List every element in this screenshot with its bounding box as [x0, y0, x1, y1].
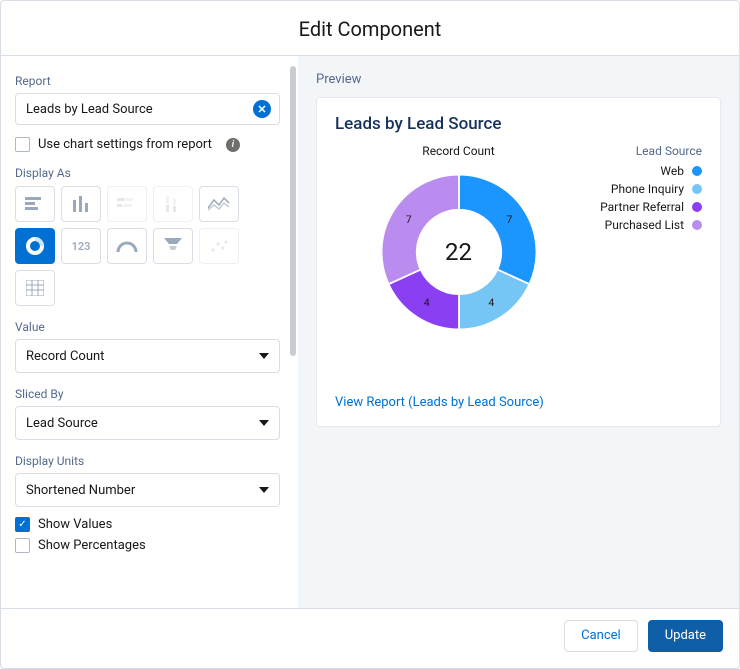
sliced-by-selected: Lead Source — [26, 416, 98, 431]
donut-title: Record Count — [422, 144, 494, 158]
donut-slice-label: 4 — [423, 296, 429, 309]
donut-slice-label: 7 — [405, 213, 411, 226]
donut-icon[interactable] — [15, 228, 55, 264]
chart-type-grid: 123 — [15, 186, 280, 306]
checkbox-checked-icon[interactable]: ✓ — [15, 517, 30, 532]
table-icon[interactable] — [15, 270, 55, 306]
display-units-label: Display Units — [15, 454, 280, 468]
donut-slice-label: 4 — [488, 296, 494, 309]
show-percentages-label: Show Percentages — [38, 538, 146, 553]
sliced-by-select[interactable]: Lead Source — [15, 406, 280, 440]
stacked-vbar-icon[interactable] — [153, 186, 193, 222]
legend-item: Partner Referral — [582, 200, 702, 214]
legend-item-label: Partner Referral — [600, 200, 684, 214]
legend-title: Lead Source — [582, 144, 702, 158]
value-select[interactable]: Record Count — [15, 339, 280, 373]
preview-panel: Preview Leads by Lead Source Record Coun… — [298, 56, 739, 608]
legend-swatch — [692, 220, 702, 230]
value-selected: Record Count — [26, 349, 104, 364]
donut-slice — [381, 175, 458, 285]
donut-chart: Record Count 7 4 4 7 22 — [335, 144, 582, 340]
legend-swatch — [692, 202, 702, 212]
config-panel: Report Leads by Lead Source ✕ Use chart … — [1, 56, 298, 608]
legend-item: Phone Inquiry — [582, 182, 702, 196]
display-as-label: Display As — [15, 166, 280, 180]
cancel-button[interactable]: Cancel — [564, 620, 638, 652]
legend-item-label: Web — [660, 164, 684, 178]
legend-swatch — [692, 166, 702, 176]
donut-svg-container: 7 4 4 7 22 — [371, 164, 547, 340]
chevron-down-icon — [259, 353, 269, 359]
modal-footer: Cancel Update — [1, 608, 739, 662]
donut-slice-label: 7 — [506, 213, 512, 226]
funnel-icon[interactable] — [153, 228, 193, 264]
scatter-icon[interactable] — [199, 228, 239, 264]
update-button[interactable]: Update — [648, 620, 723, 652]
donut-center-value: 22 — [445, 238, 472, 266]
display-units-select[interactable]: Shortened Number — [15, 473, 280, 507]
legend-item-label: Phone Inquiry — [611, 182, 684, 196]
view-report-link[interactable]: View Report (Leads by Lead Source) — [335, 395, 544, 410]
stacked-hbar-icon[interactable] — [107, 186, 147, 222]
modal-title: Edit Component — [1, 1, 739, 56]
gauge-icon[interactable] — [107, 228, 147, 264]
hbar-icon[interactable] — [15, 186, 55, 222]
use-chart-settings-row[interactable]: Use chart settings from report i — [15, 137, 280, 152]
show-percentages-row[interactable]: Show Percentages — [15, 538, 280, 553]
line-icon[interactable] — [199, 186, 239, 222]
chevron-down-icon — [259, 487, 269, 493]
report-input-value: Leads by Lead Source — [26, 102, 153, 117]
report-label: Report — [15, 74, 280, 88]
show-values-label: Show Values — [38, 517, 112, 532]
legend-item-label: Purchased List — [605, 218, 684, 232]
preview-card: Leads by Lead Source Record Count 7 4 4 7 2… — [316, 97, 721, 427]
checkbox-unchecked-icon[interactable] — [15, 538, 30, 553]
display-units-selected: Shortened Number — [26, 483, 135, 498]
clear-icon[interactable]: ✕ — [253, 100, 271, 118]
scrollbar[interactable] — [290, 66, 296, 356]
sliced-by-label: Sliced By — [15, 387, 280, 401]
value-label: Value — [15, 320, 280, 334]
use-chart-settings-label: Use chart settings from report — [38, 137, 212, 152]
show-values-row[interactable]: ✓ Show Values — [15, 517, 280, 532]
info-icon[interactable]: i — [226, 138, 240, 152]
legend-item: Purchased List — [582, 218, 702, 232]
legend-swatch — [692, 184, 702, 194]
preview-label: Preview — [316, 72, 721, 87]
metric-icon[interactable]: 123 — [61, 228, 101, 264]
checkbox-unchecked-icon[interactable] — [15, 137, 30, 152]
legend-item: Web — [582, 164, 702, 178]
preview-card-title: Leads by Lead Source — [335, 114, 702, 134]
vbar-icon[interactable] — [61, 186, 101, 222]
chevron-down-icon — [259, 420, 269, 426]
donut-slice — [459, 175, 536, 285]
modal-body: Report Leads by Lead Source ✕ Use chart … — [1, 56, 739, 608]
legend: Lead Source Web Phone Inquiry Partner Refe… — [582, 144, 702, 340]
report-input[interactable]: Leads by Lead Source ✕ — [15, 93, 280, 125]
